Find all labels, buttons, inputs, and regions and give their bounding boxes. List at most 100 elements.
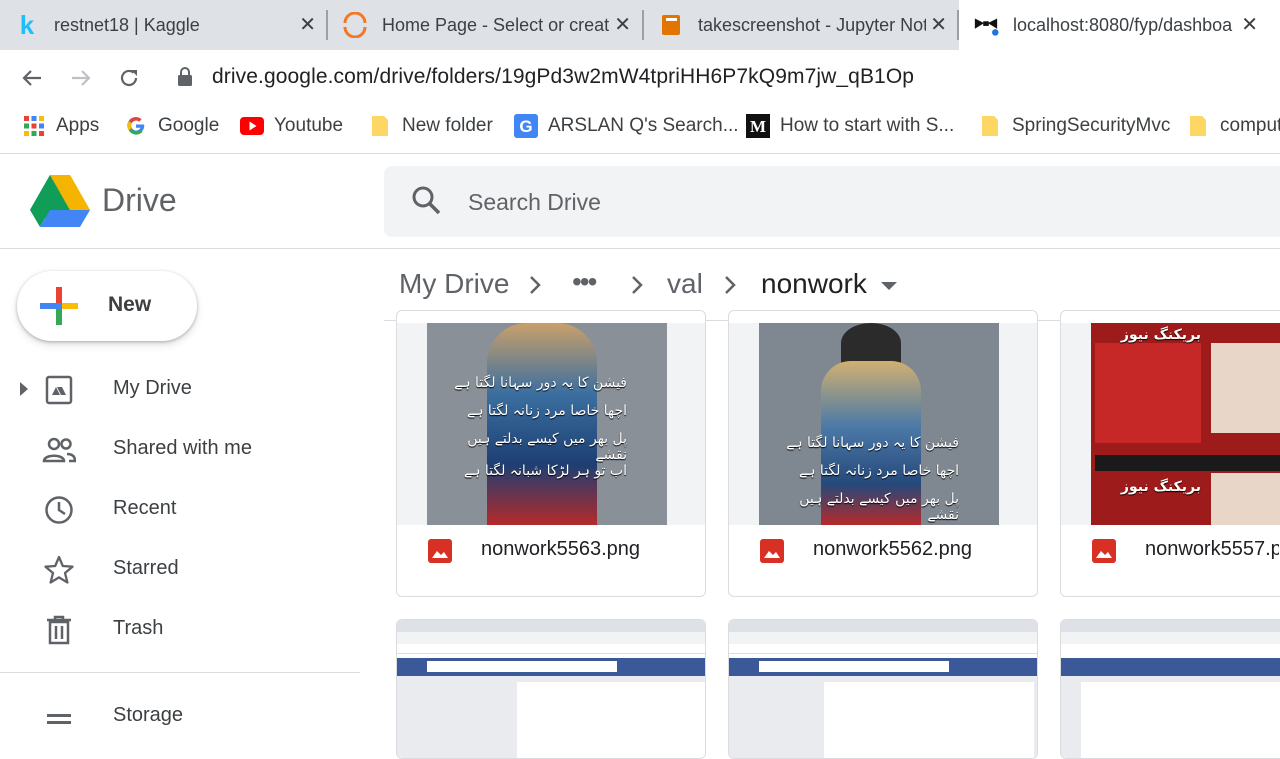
youtube-icon bbox=[240, 114, 264, 138]
lock-icon[interactable] bbox=[176, 66, 194, 93]
file-card[interactable]: فیشن کا یہ دور سہانا لگتا ہے اچھا خاصا م… bbox=[396, 310, 706, 597]
svg-text:G: G bbox=[519, 117, 532, 136]
back-button[interactable] bbox=[15, 61, 49, 95]
close-icon[interactable]: ✕ bbox=[1241, 13, 1258, 37]
sidebar-item-label: Shared with me bbox=[113, 437, 252, 459]
star-icon bbox=[42, 555, 76, 585]
apps-grid-icon bbox=[22, 114, 46, 138]
image-file-icon bbox=[1091, 538, 1117, 569]
bookmark-label: SpringSecurityMvc bbox=[1012, 115, 1171, 136]
sidebar-item-starred[interactable]: Starred bbox=[0, 543, 360, 595]
file-card[interactable]: بریکنگ نیوز بریکنگ نیوز nonwork5557.png bbox=[1060, 310, 1280, 597]
sidebar-item-shared[interactable]: Shared with me bbox=[0, 423, 360, 475]
search-input[interactable] bbox=[468, 186, 1168, 218]
bookmark-youtube[interactable]: Youtube bbox=[240, 112, 343, 140]
sidebar-divider bbox=[0, 672, 360, 673]
tab-title: takescreenshot - Jupyter Notebook bbox=[698, 14, 926, 35]
thumbnail-text: بریکنگ نیوز bbox=[1120, 479, 1201, 495]
reload-button[interactable] bbox=[112, 61, 146, 95]
file-thumbnail: فیشن کا یہ دور سہانا لگتا ہے اچھا خاصا م… bbox=[729, 323, 1037, 525]
tab-title: Home Page - Select or create bbox=[382, 14, 610, 35]
tab-title: localhost:8080/fyp/dashboard bbox=[1013, 14, 1233, 35]
medium-icon: M bbox=[746, 114, 770, 138]
close-icon[interactable]: ✕ bbox=[299, 13, 316, 37]
thumbnail-text: پل بھر میں کیسے بدلتے ہیں نقشے bbox=[467, 431, 627, 463]
sidebar-item-storage[interactable]: Storage bbox=[0, 690, 360, 742]
bookmark-label: New folder bbox=[402, 115, 493, 136]
breadcrumb-my-drive[interactable]: My Drive bbox=[399, 268, 509, 300]
chevron-right-icon bbox=[629, 274, 645, 301]
notebook-icon bbox=[658, 12, 684, 38]
folder-icon bbox=[978, 114, 1002, 138]
shared-icon bbox=[42, 435, 76, 465]
kaggle-icon: k bbox=[19, 9, 35, 40]
g-square-icon: G bbox=[514, 114, 538, 138]
storage-icon bbox=[42, 702, 76, 732]
bookmark-how-to-start[interactable]: M How to start with S... bbox=[746, 112, 954, 140]
reload-icon bbox=[120, 69, 138, 87]
sidebar-item-recent[interactable]: Recent bbox=[0, 483, 360, 535]
file-thumbnail: فیشن کا یہ دور سہانا لگتا ہے اچھا خاصا م… bbox=[397, 323, 705, 525]
image-file-icon bbox=[427, 538, 453, 569]
arrow-left-icon bbox=[22, 70, 41, 86]
thumbnail-text: پل بھر میں کیسے بدلتے ہیں نقشے bbox=[799, 491, 959, 523]
bookmark-new-folder[interactable]: New folder bbox=[368, 112, 493, 140]
sidebar-item-label: Starred bbox=[113, 557, 179, 579]
sidebar-item-label: Recent bbox=[113, 497, 177, 519]
file-card[interactable] bbox=[1060, 619, 1280, 759]
folder-icon bbox=[368, 114, 392, 138]
google-g-icon bbox=[124, 114, 148, 138]
breadcrumb-current-folder[interactable]: nonwork bbox=[761, 268, 867, 300]
address-bar[interactable]: drive.google.com/drive/folders/19gPd3w2m… bbox=[212, 65, 914, 89]
thumbnail-text: فیشن کا یہ دور سہانا لگتا ہے bbox=[786, 435, 959, 451]
bookmark-label: ARSLAN Q's Search... bbox=[548, 115, 739, 136]
browser-tab-strip: k restnet18 | Kaggle ✕ Home Page - Selec… bbox=[0, 0, 1280, 50]
bookmarks-bar: Apps Google Youtube New folder G ARSLAN … bbox=[0, 106, 1280, 146]
arrow-right-icon bbox=[72, 70, 91, 86]
header-divider bbox=[0, 248, 1280, 249]
tab-notebook[interactable]: takescreenshot - Jupyter Notebook ✕ bbox=[644, 0, 957, 50]
file-name: nonwork5562.png bbox=[813, 538, 973, 560]
file-name: nonwork5557.png bbox=[1145, 538, 1279, 560]
bookmark-label: Youtube bbox=[274, 115, 344, 136]
search-icon[interactable] bbox=[410, 184, 442, 221]
tab-kaggle[interactable]: k restnet18 | Kaggle ✕ bbox=[0, 0, 326, 50]
file-thumbnail bbox=[1061, 620, 1280, 758]
sidebar-item-label: My Drive bbox=[113, 377, 192, 399]
close-icon[interactable]: ✕ bbox=[930, 13, 947, 37]
bookmark-arslan-search[interactable]: G ARSLAN Q's Search... bbox=[514, 112, 739, 140]
bookmark-computer[interactable]: computer bbox=[1186, 112, 1280, 140]
breadcrumb-val[interactable]: val bbox=[667, 268, 703, 300]
clock-icon bbox=[42, 495, 76, 525]
bookmark-apps[interactable]: Apps bbox=[22, 112, 99, 140]
browser-toolbar: drive.google.com/drive/folders/19gPd3w2m… bbox=[0, 50, 1280, 106]
bookmark-spring-security[interactable]: SpringSecurityMvc bbox=[978, 112, 1170, 140]
file-card[interactable] bbox=[396, 619, 706, 759]
file-card[interactable]: فیشن کا یہ دور سہانا لگتا ہے اچھا خاصا م… bbox=[728, 310, 1038, 597]
chrome-divider bbox=[0, 153, 1280, 154]
close-icon[interactable]: ✕ bbox=[614, 13, 631, 37]
bookmark-label: computer bbox=[1220, 115, 1280, 136]
expand-arrow-icon[interactable] bbox=[18, 382, 30, 401]
svg-text:M: M bbox=[750, 117, 766, 136]
forward-button[interactable] bbox=[64, 61, 98, 95]
trash-icon bbox=[42, 615, 76, 645]
caret-down-icon[interactable] bbox=[879, 280, 899, 298]
sidebar-item-my-drive[interactable]: My Drive bbox=[0, 363, 360, 415]
jupyter-icon bbox=[342, 12, 368, 38]
file-thumbnail: بریکنگ نیوز بریکنگ نیوز bbox=[1061, 323, 1280, 525]
thumbnail-text: فیشن کا یہ دور سہانا لگتا ہے bbox=[454, 375, 627, 391]
drive-logo-icon[interactable] bbox=[30, 175, 90, 232]
bookmark-google[interactable]: Google bbox=[124, 112, 219, 140]
image-file-icon bbox=[759, 538, 785, 569]
file-card[interactable] bbox=[728, 619, 1038, 759]
tab-jupyter-home[interactable]: Home Page - Select or create ✕ bbox=[328, 0, 641, 50]
thumbnail-text: اچھا خاصا مرد زنانہ لگتا ہے bbox=[799, 463, 959, 479]
sidebar-item-trash[interactable]: Trash bbox=[0, 603, 360, 655]
tab-title: restnet18 | Kaggle bbox=[54, 14, 200, 35]
folder-icon bbox=[1186, 114, 1210, 138]
breadcrumb-more[interactable]: ••• bbox=[572, 266, 597, 298]
tab-localhost[interactable]: localhost:8080/fyp/dashboard ✕ bbox=[959, 0, 1280, 50]
bookmark-label: Apps bbox=[56, 115, 100, 136]
sidebar-item-label: Storage bbox=[113, 704, 184, 726]
